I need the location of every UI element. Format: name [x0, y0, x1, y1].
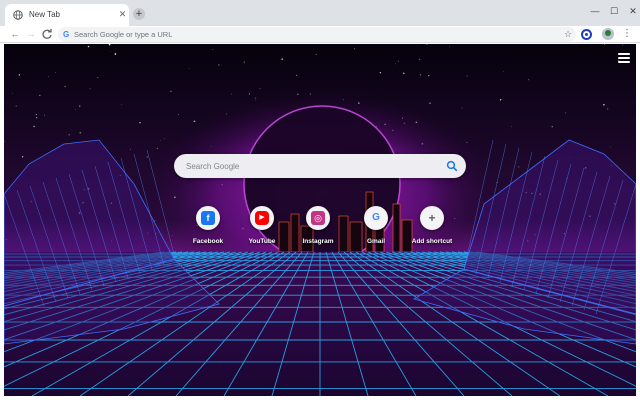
tab-title: New Tab: [29, 10, 60, 19]
forward-button[interactable]: →: [24, 27, 38, 41]
browser-toolbar: ← → G ☆ ⋮: [0, 26, 640, 43]
shortcut-label: Facebook: [192, 238, 224, 245]
shortcut-icon-circle[interactable]: f: [196, 206, 220, 230]
new-tab-page: f Facebook ▶ YouTube ◎ Instagram G Gmail + Add sh…: [4, 44, 636, 396]
shortcut-label: YouTube: [248, 238, 276, 245]
shortcut-tile[interactable]: + Add shortcut: [405, 206, 459, 252]
search-input[interactable]: [186, 158, 436, 174]
minimize-button[interactable]: —: [588, 4, 602, 18]
shortcut-icon-circle[interactable]: ◎: [306, 206, 330, 230]
shortcut-tile[interactable]: ◎ Instagram: [291, 206, 345, 252]
extension-icon[interactable]: [581, 29, 592, 40]
reload-icon[interactable]: [40, 27, 54, 41]
globe-icon: [13, 10, 23, 20]
google-g-icon: G: [63, 30, 70, 39]
hamburger-menu-icon[interactable]: [618, 53, 630, 63]
close-window-button[interactable]: ✕: [626, 4, 640, 18]
new-tab-button[interactable]: +: [133, 8, 145, 20]
shortcut-label: Gmail: [366, 238, 386, 245]
shortcut-label: Add shortcut: [411, 238, 453, 245]
back-button[interactable]: ←: [8, 27, 22, 41]
shortcut-icon-circle[interactable]: +: [420, 206, 444, 230]
youtube-icon: ▶: [255, 211, 269, 225]
tab-new-tab[interactable]: New Tab ✕: [5, 4, 129, 26]
browser-menu-icon[interactable]: ⋮: [622, 27, 632, 41]
facebook-icon: f: [201, 211, 215, 225]
shortcut-icon-circle[interactable]: ▶: [250, 206, 274, 230]
plus-icon: +: [428, 211, 436, 225]
shortcut-tile[interactable]: G Gmail: [349, 206, 403, 252]
google-icon: G: [372, 212, 380, 223]
instagram-icon: ◎: [311, 211, 325, 225]
shortcut-icon-circle[interactable]: G: [364, 206, 388, 230]
profile-avatar[interactable]: [602, 28, 614, 40]
bookmark-star-icon[interactable]: ☆: [562, 28, 574, 41]
maximize-button[interactable]: ☐: [607, 4, 621, 18]
address-bar[interactable]: G ☆: [58, 27, 576, 42]
shortcut-tile[interactable]: ▶ YouTube: [235, 206, 289, 252]
tab-strip: New Tab ✕ + — ☐ ✕: [0, 0, 640, 26]
search-icon[interactable]: [446, 160, 458, 172]
shortcut-tile[interactable]: f Facebook: [181, 206, 235, 252]
search-box[interactable]: [174, 154, 466, 178]
address-input[interactable]: [74, 28, 544, 41]
shortcut-label: Instagram: [302, 238, 334, 245]
tab-close-icon[interactable]: ✕: [117, 9, 128, 20]
